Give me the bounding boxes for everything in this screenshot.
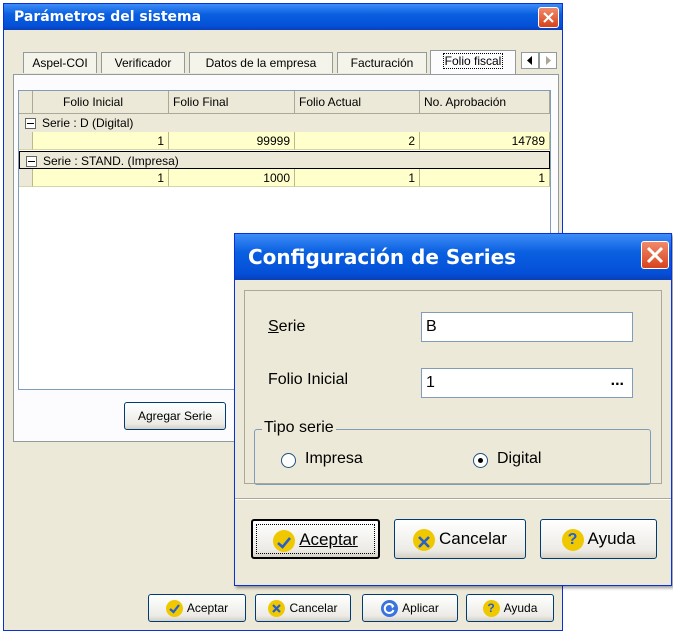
button-label: Ayuda: [503, 601, 538, 615]
tab-facturacion[interactable]: Facturación: [337, 52, 427, 73]
x-icon: [412, 528, 435, 551]
group-row-serie-stand[interactable]: Serie : STAND. (Impresa): [19, 151, 550, 169]
main-close-button[interactable]: [538, 7, 559, 28]
dialog-cancel-button[interactable]: Cancelar: [394, 519, 526, 559]
tab-label: Aspel-COI: [32, 56, 88, 70]
folio-inicial-value: 1: [426, 374, 435, 391]
collapse-icon[interactable]: [26, 156, 37, 168]
collapse-icon[interactable]: [25, 118, 36, 130]
tipo-serie-legend: Tipo serie: [262, 419, 336, 437]
help-icon: ?: [561, 528, 584, 551]
dialog-close-button[interactable]: [641, 241, 669, 269]
serie-label: Serie: [268, 318, 306, 335]
checkmark-icon: [165, 600, 183, 618]
grid-header: Folio Inicial Folio Final Folio Actual N…: [19, 91, 550, 114]
button-label: Cancelar: [438, 529, 508, 548]
close-icon: [543, 12, 554, 23]
button-label: Aceptar: [186, 601, 229, 615]
arrow-right-icon: [546, 56, 551, 65]
tab-label: Facturación: [350, 56, 414, 70]
main-window-title: Parámetros del sistema: [14, 9, 202, 25]
group-label: Serie : STAND. (Impresa): [43, 154, 179, 168]
main-cancel-button[interactable]: Cancelar: [255, 594, 351, 622]
close-icon: [646, 246, 664, 264]
checkmark-icon: [273, 529, 296, 552]
add-series-button[interactable]: Agregar Serie: [124, 402, 226, 430]
arrow-left-icon: [527, 56, 532, 65]
radio-impresa[interactable]: [281, 453, 296, 468]
tab-label: Folio fiscal: [442, 53, 504, 69]
button-label: Agregar Serie: [137, 409, 213, 423]
serie-input[interactable]: B: [421, 312, 633, 342]
dialog-titlebar[interactable]: Configuración de Series: [235, 234, 671, 280]
x-icon: [268, 600, 286, 618]
radio-digital[interactable]: [473, 453, 488, 468]
group-row-serie-d[interactable]: Serie : D (Digital): [19, 114, 550, 132]
dialog-help-button[interactable]: ? Ayuda: [540, 519, 657, 559]
tab-label: Datos de la empresa: [205, 56, 317, 70]
dialog-separator: [235, 498, 671, 500]
refresh-icon: [381, 600, 399, 618]
folio-inicial-input[interactable]: 1 ...: [421, 368, 633, 398]
cell-folio-inicial[interactable]: 1: [33, 169, 169, 187]
radio-selected-dot: [478, 458, 483, 463]
tab-folio-fiscal[interactable]: Folio fiscal: [430, 50, 516, 74]
cell-folio-final[interactable]: 99999: [169, 132, 295, 150]
radio-impresa-label[interactable]: Impresa: [305, 450, 363, 468]
col-folio-inicial[interactable]: Folio Inicial: [33, 91, 169, 113]
col-folio-actual[interactable]: Folio Actual: [295, 91, 420, 113]
series-config-dialog: Configuración de Series Serie B Folio In…: [234, 233, 672, 586]
tab-label: Verificador: [114, 56, 172, 70]
main-apply-button[interactable]: Aplicar: [362, 594, 458, 622]
row-indent: [19, 169, 33, 187]
col-folio-final[interactable]: Folio Final: [169, 91, 295, 113]
tab-scroll-right-button[interactable]: [539, 52, 557, 69]
button-label: Cancelar: [289, 601, 338, 615]
tipo-serie-group: Tipo serie Impresa Digital: [254, 419, 651, 485]
tab-scroll-left-button[interactable]: [521, 52, 539, 69]
main-accept-button[interactable]: Aceptar: [148, 594, 246, 622]
grid-header-indent: [19, 91, 33, 113]
dialog-title: Configuración de Series: [248, 245, 517, 269]
serie-label-text: erie: [278, 318, 306, 335]
tab-datos-empresa[interactable]: Datos de la empresa: [189, 52, 333, 73]
dialog-accept-button[interactable]: Aceptar: [251, 519, 380, 559]
main-help-button[interactable]: ? Ayuda: [466, 594, 554, 622]
group-label: Serie : D (Digital): [42, 116, 134, 130]
tab-verificador[interactable]: Verificador: [101, 52, 185, 73]
row-indent: [19, 132, 33, 150]
help-icon: ?: [482, 600, 500, 618]
main-titlebar[interactable]: Parámetros del sistema: [4, 4, 562, 30]
button-label: Aplicar: [402, 601, 439, 615]
col-no-aprobacion[interactable]: No. Aprobación: [420, 91, 550, 113]
table-row[interactable]: 1 1000 1 1: [19, 169, 550, 187]
cell-no-aprobacion[interactable]: 1: [420, 169, 550, 187]
cell-folio-actual[interactable]: 1: [295, 169, 420, 187]
folio-inicial-label: Folio Inicial: [268, 371, 349, 388]
tab-aspel-coi[interactable]: Aspel-COI: [23, 52, 97, 73]
cell-no-aprobacion[interactable]: 14789: [420, 132, 550, 150]
table-row[interactable]: 1 99999 2 14789: [19, 132, 550, 150]
cell-folio-inicial[interactable]: 1: [33, 132, 169, 150]
radio-digital-label[interactable]: Digital: [497, 450, 541, 468]
button-label: Ayuda: [587, 529, 636, 548]
ellipsis-button[interactable]: ...: [611, 367, 624, 395]
cell-folio-actual[interactable]: 2: [295, 132, 420, 150]
cell-folio-final[interactable]: 1000: [169, 169, 295, 187]
